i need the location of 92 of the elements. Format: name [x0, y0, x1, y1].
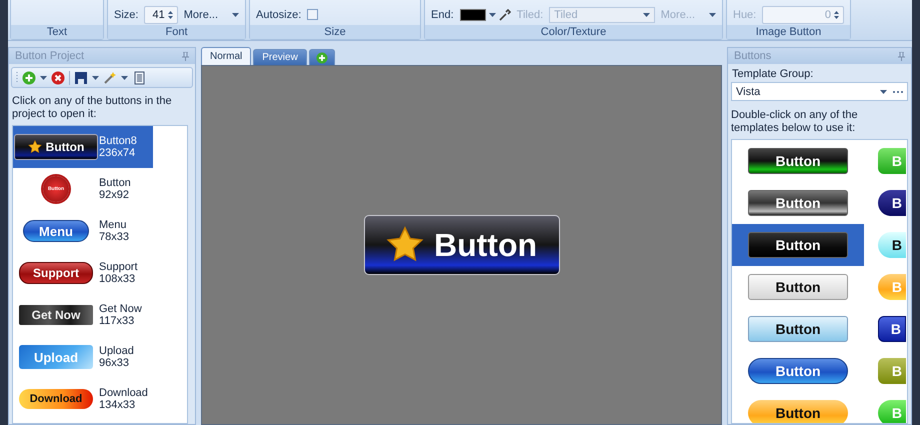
- panel-title: Buttons: [734, 50, 772, 62]
- field-label: Autosize:: [256, 8, 302, 20]
- spin-arrows-icon[interactable]: [168, 10, 173, 20]
- preview-label: Download: [30, 393, 82, 405]
- group-label: Size: [250, 25, 420, 39]
- group-label: Image Button: [727, 25, 850, 39]
- template-item[interactable]: Button: [732, 308, 864, 350]
- caret-icon: [642, 12, 650, 16]
- editor-tab[interactable]: Preview: [253, 49, 307, 65]
- item-size: 236x74: [99, 147, 136, 159]
- template-item[interactable]: B: [872, 308, 907, 350]
- star-icon: [28, 140, 42, 154]
- preview-label: B: [890, 321, 901, 337]
- spinner-field[interactable]: 41: [144, 6, 178, 24]
- preview-label: Button: [775, 363, 821, 379]
- group-label: Text: [11, 25, 103, 39]
- preview-label: Button: [775, 195, 821, 211]
- preview-label: Button: [434, 226, 538, 264]
- project-item[interactable]: Get Now Get Now 117x33: [13, 294, 153, 336]
- field-label: Size:: [114, 8, 138, 20]
- item-size: 96x33: [99, 357, 130, 369]
- preview-label: B: [892, 279, 902, 295]
- caret-icon: [40, 76, 47, 80]
- item-name: Button8: [99, 135, 137, 147]
- caret-icon: [709, 12, 716, 16]
- preview-label: Button: [775, 405, 821, 421]
- template-item[interactable]: Button: [732, 350, 864, 392]
- editor-tab[interactable]: Normal: [201, 47, 252, 65]
- group-label: Font: [108, 25, 245, 39]
- project-item[interactable]: Download Download 134x33: [13, 378, 153, 420]
- preview-label: Button: [775, 279, 821, 295]
- template-item[interactable]: Button: [732, 392, 864, 423]
- caret-icon: [92, 76, 99, 80]
- template-group-dropdown[interactable]: Vista: [731, 82, 908, 101]
- preview-label: Button: [775, 237, 821, 253]
- add-tab[interactable]: [308, 49, 335, 65]
- save-icon[interactable]: [74, 70, 88, 84]
- instruction-text: Click on any of the buttons in the project to open it:: [11, 94, 173, 122]
- item-size: 108x33: [99, 273, 136, 285]
- add-icon: [316, 52, 328, 64]
- color-swatch[interactable]: [460, 8, 486, 20]
- project-item[interactable]: Menu Menu 78x33: [13, 210, 153, 252]
- preview-label: B: [892, 153, 902, 169]
- template-item[interactable]: B: [872, 224, 907, 266]
- project-item[interactable]: Support Support 108x33: [13, 252, 153, 294]
- item-name: Upload: [99, 345, 134, 357]
- caret-icon: [488, 12, 496, 16]
- caret-icon: [121, 76, 128, 80]
- preview-label: B: [892, 195, 902, 211]
- item-size: 78x33: [99, 231, 129, 243]
- item-size: 92x92: [99, 189, 130, 201]
- more-menu[interactable]: More...: [184, 8, 239, 20]
- preview-label: Button: [775, 321, 821, 337]
- group-label: Color/Texture: [425, 25, 722, 39]
- preview-label: Support: [33, 266, 79, 280]
- caret-icon: [232, 12, 239, 16]
- item-name: Support: [99, 261, 138, 273]
- item-size: 117x33: [99, 315, 136, 327]
- item-name: Download: [99, 387, 148, 399]
- delete-icon[interactable]: [51, 70, 65, 84]
- checkbox[interactable]: [307, 9, 318, 20]
- preview-label: B: [892, 237, 902, 253]
- project-item[interactable]: Upload Upload 96x33: [13, 336, 153, 378]
- preview-label: Menu: [39, 224, 73, 238]
- template-item[interactable]: Button: [732, 140, 864, 182]
- document-icon[interactable]: [132, 70, 146, 84]
- panel-title: Button Project: [15, 50, 84, 62]
- field-label: End:: [431, 8, 454, 20]
- preview-label: Button: [775, 153, 821, 169]
- template-item[interactable]: Button: [732, 224, 864, 266]
- item-name: Menu: [99, 219, 128, 231]
- caret-icon: [880, 90, 887, 94]
- template-item[interactable]: Button: [732, 182, 864, 224]
- preview-label: B: [892, 405, 902, 421]
- project-item[interactable]: Button Button8 236x74: [13, 126, 153, 168]
- field-label: Hue:: [733, 8, 756, 20]
- star-icon: [386, 226, 424, 264]
- template-item[interactable]: B: [872, 182, 907, 224]
- wand-icon[interactable]: [103, 70, 117, 84]
- preview-label: Get Now: [32, 308, 80, 322]
- item-size: 134x33: [99, 399, 136, 411]
- eyedropper-icon[interactable]: [498, 8, 511, 20]
- instruction-text: Double-click on any of the templates below to use it:: [730, 108, 859, 136]
- preview-label: Button: [46, 140, 84, 154]
- preview-label: B: [892, 363, 902, 379]
- field-label: Template Group:: [731, 67, 814, 80]
- field-label: Tiled:: [516, 8, 544, 20]
- add-icon[interactable]: [22, 70, 36, 84]
- preview-label: Upload: [34, 350, 78, 364]
- item-name: Button: [99, 177, 131, 189]
- template-item[interactable]: Button: [732, 266, 864, 308]
- item-name: Get Now: [99, 303, 142, 315]
